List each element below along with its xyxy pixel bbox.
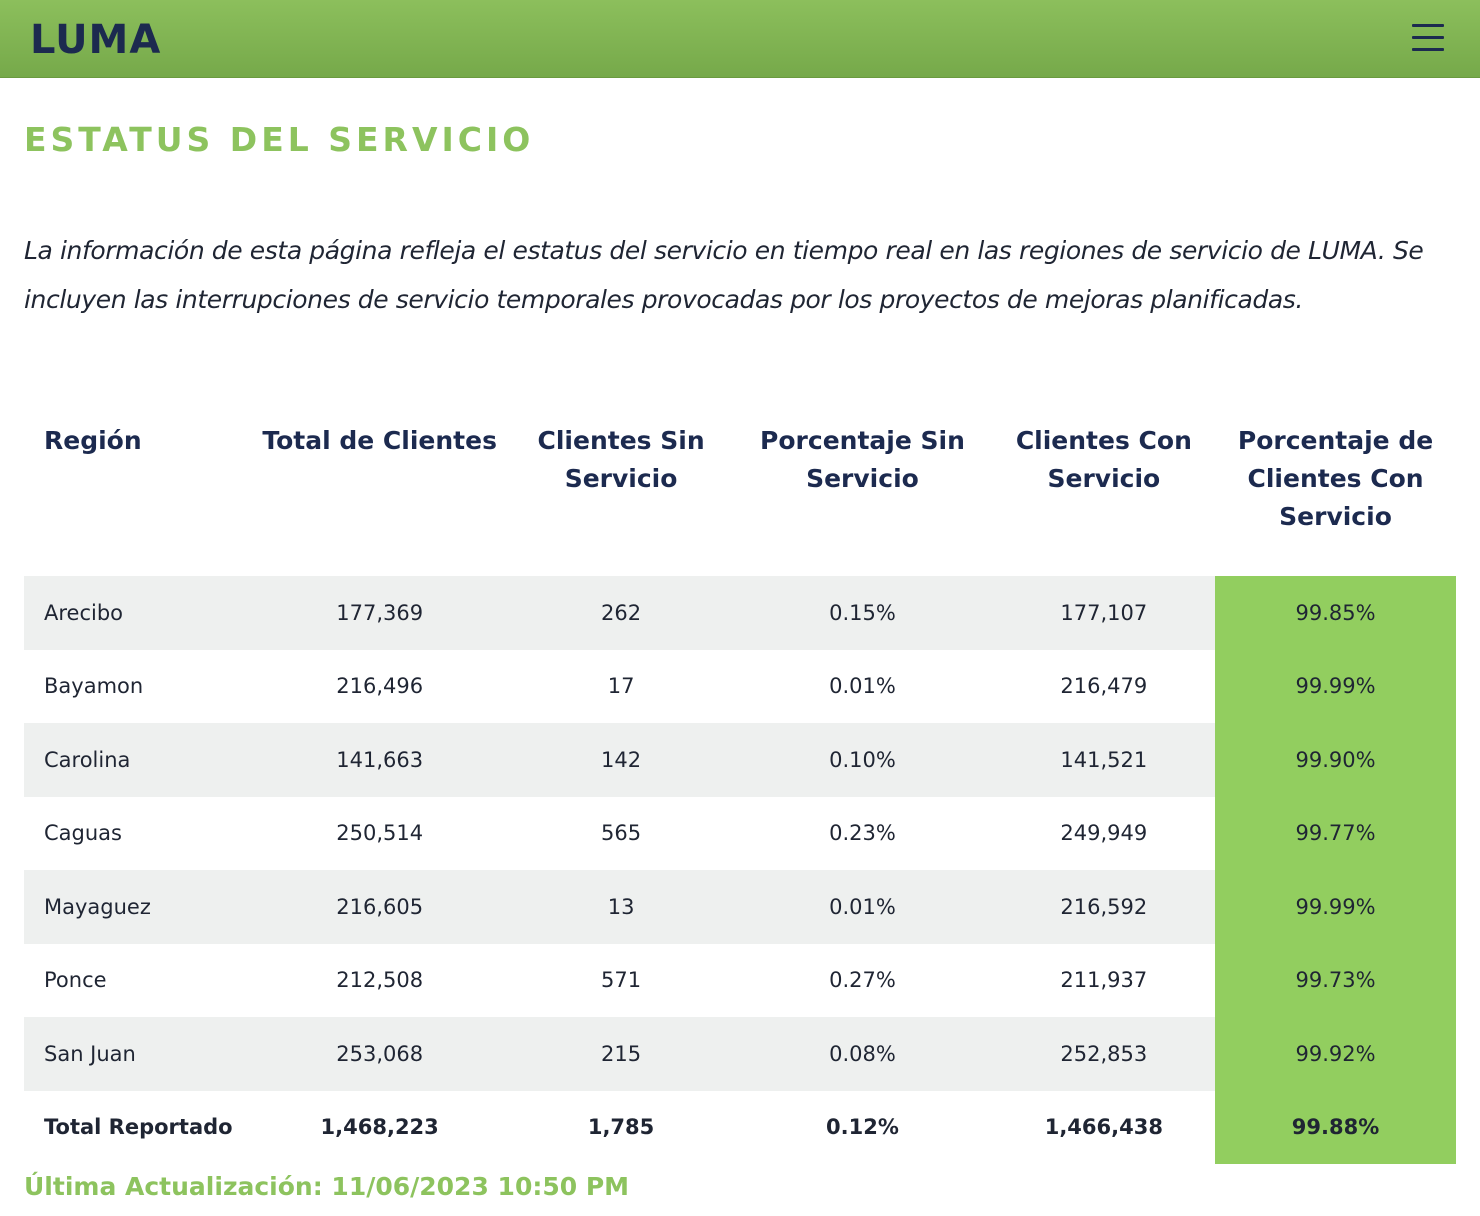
column-header-total-clients: Total de Clientes bbox=[262, 426, 497, 455]
cell-clients-with-service: 211,937 bbox=[1060, 968, 1148, 993]
cell-total-percent-with-service: 99.88% bbox=[1215, 1090, 1456, 1164]
table-header-row: Región Total de Clientes Clientes Sin Se… bbox=[24, 404, 1456, 576]
column-header-clients-without-service: Clientes Sin Servicio bbox=[537, 426, 705, 493]
cell-percent-without-service: 0.01% bbox=[732, 870, 993, 944]
column-header-clients-with-service: Clientes Con Servicio bbox=[1015, 426, 1192, 493]
cell-percent-with-service: 99.77% bbox=[1215, 796, 1456, 870]
cell-clients-with-service: 216,479 bbox=[1060, 674, 1148, 699]
top-header: LUMA bbox=[0, 0, 1480, 78]
column-header-region: Región bbox=[44, 426, 142, 455]
logo-text: LUMA bbox=[30, 17, 162, 63]
cell-total-clients: 216,496 bbox=[336, 674, 424, 699]
service-status-table: Región Total de Clientes Clientes Sin Se… bbox=[24, 404, 1456, 1164]
cell-percent-without-service: 0.10% bbox=[732, 723, 993, 797]
table-row: Carolina 141,663 142 0.10% 141,521 99.90… bbox=[24, 723, 1456, 797]
cell-total-clients: 177,369 bbox=[249, 576, 510, 650]
cell-clients-without-service: 571 bbox=[601, 968, 642, 993]
cell-percent-without-service: 0.15% bbox=[732, 576, 993, 650]
cell-total-clients-without-service: 1,785 bbox=[587, 1115, 655, 1140]
table-row: Mayaguez 216,605 13 0.01% 216,592 99.99% bbox=[24, 870, 1456, 944]
column-header-percent-with-service: Porcentaje de Clientes Con Servicio bbox=[1237, 426, 1434, 531]
cell-total-clients: 253,068 bbox=[249, 1017, 510, 1091]
cell-region: Caguas bbox=[44, 821, 122, 846]
cell-clients-without-service: 142 bbox=[509, 723, 733, 797]
cell-percent-without-service: 0.27% bbox=[829, 968, 896, 993]
cell-total-percent-without-service: 0.12% bbox=[826, 1115, 899, 1140]
cell-clients-with-service: 177,107 bbox=[992, 576, 1216, 650]
cell-region: Bayamon bbox=[44, 674, 144, 699]
cell-clients-with-service: 252,853 bbox=[992, 1017, 1216, 1091]
table-row: San Juan 253,068 215 0.08% 252,853 99.92… bbox=[24, 1017, 1456, 1091]
cell-clients-without-service: 17 bbox=[607, 674, 635, 699]
last-update-timestamp: Última Actualización: 11/06/2023 10:50 P… bbox=[24, 1172, 630, 1201]
cell-clients-without-service: 262 bbox=[509, 576, 733, 650]
cell-region: San Juan bbox=[24, 1017, 250, 1091]
cell-percent-with-service: 99.99% bbox=[1215, 649, 1456, 723]
cell-percent-with-service: 99.73% bbox=[1215, 943, 1456, 1017]
cell-percent-without-service: 0.01% bbox=[829, 674, 896, 699]
cell-clients-with-service: 249,949 bbox=[1060, 821, 1148, 846]
cell-region: Arecibo bbox=[24, 576, 250, 650]
cell-clients-without-service: 565 bbox=[601, 821, 642, 846]
cell-region: Carolina bbox=[24, 723, 250, 797]
cell-clients-with-service: 141,521 bbox=[992, 723, 1216, 797]
cell-clients-without-service: 13 bbox=[509, 870, 733, 944]
table-row: Bayamon 216,496 17 0.01% 216,479 99.99% bbox=[24, 649, 1456, 723]
cell-clients-without-service: 215 bbox=[509, 1017, 733, 1091]
cell-total-clients: 1,468,223 bbox=[320, 1115, 439, 1140]
cell-total-clients: 212,508 bbox=[336, 968, 424, 993]
table-row: Caguas 250,514 565 0.23% 249,949 99.77% bbox=[24, 796, 1456, 870]
cell-percent-without-service: 0.08% bbox=[732, 1017, 993, 1091]
cell-total-clients-with-service: 1,466,438 bbox=[1044, 1115, 1163, 1140]
hamburger-menu-icon[interactable] bbox=[1412, 24, 1444, 52]
table-row: Arecibo 177,369 262 0.15% 177,107 99.85% bbox=[24, 576, 1456, 650]
table-row: Ponce 212,508 571 0.27% 211,937 99.73% bbox=[24, 943, 1456, 1017]
table-total-row: Total Reportado 1,468,223 1,785 0.12% 1,… bbox=[24, 1090, 1456, 1164]
cell-total-clients: 141,663 bbox=[249, 723, 510, 797]
cell-percent-with-service: 99.99% bbox=[1215, 870, 1456, 944]
column-header-percent-without-service: Porcentaje Sin Servicio bbox=[760, 426, 965, 493]
cell-percent-with-service: 99.92% bbox=[1215, 1017, 1456, 1091]
cell-region: Ponce bbox=[44, 968, 107, 993]
cell-percent-without-service: 0.23% bbox=[829, 821, 896, 846]
cell-percent-with-service: 99.90% bbox=[1215, 723, 1456, 797]
cell-clients-with-service: 216,592 bbox=[992, 870, 1216, 944]
cell-percent-with-service: 99.85% bbox=[1215, 576, 1456, 650]
intro-text: La información de esta página refleja el… bbox=[24, 236, 1424, 314]
cell-total-clients: 250,514 bbox=[336, 821, 424, 846]
cell-total-clients: 216,605 bbox=[249, 870, 510, 944]
page-title: ESTATUS DEL SERVICIO bbox=[24, 120, 535, 159]
cell-total-label: Total Reportado bbox=[44, 1115, 233, 1140]
luma-logo[interactable]: LUMA bbox=[30, 20, 161, 60]
cell-region: Mayaguez bbox=[24, 870, 250, 944]
